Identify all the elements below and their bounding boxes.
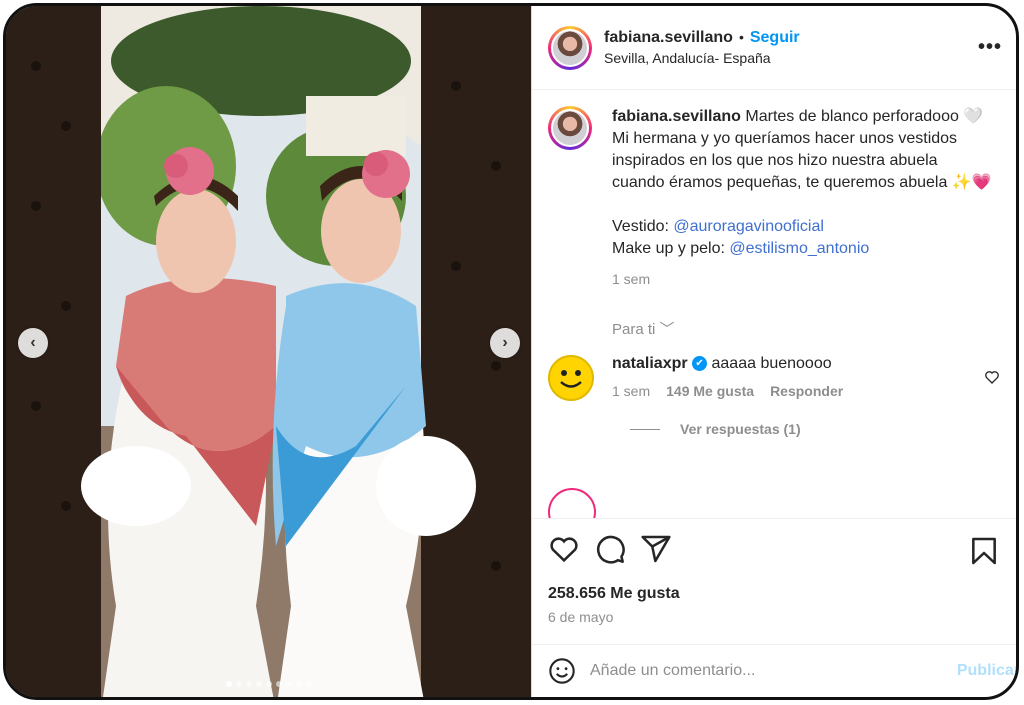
author-avatar[interactable] bbox=[548, 25, 592, 70]
comments-section[interactable]: fabiana.sevillano Martes de blanco perfo… bbox=[532, 90, 1016, 518]
vestido-mention-link[interactable]: @auroragavinooficial bbox=[673, 218, 824, 235]
post-header: fabiana.sevillano • Seguir Sevilla, Andalu… bbox=[532, 6, 1016, 90]
next-comment-avatar[interactable] bbox=[548, 488, 596, 518]
carousel-prev-button[interactable]: ‹ bbox=[18, 328, 48, 358]
carousel-dot bbox=[285, 681, 292, 687]
comment-like-icon[interactable] bbox=[984, 369, 1000, 390]
carousel-dot bbox=[255, 681, 262, 687]
post-frame: ‹ › fabiana.sevillano • Seguir Sevilla, An… bbox=[3, 3, 1019, 700]
action-icons bbox=[548, 533, 1000, 565]
more-options-icon[interactable]: ••• bbox=[978, 36, 1002, 59]
para-ti-toggle[interactable]: Para ti ﹀ bbox=[612, 318, 1000, 339]
bookmark-icon[interactable] bbox=[968, 535, 1000, 567]
comment-bubble-icon[interactable] bbox=[594, 533, 626, 565]
avatar-photo bbox=[551, 109, 589, 147]
like-heart-icon[interactable] bbox=[548, 533, 580, 565]
carousel-dot bbox=[295, 681, 302, 687]
caption-makeup-line: Make up y pelo: @estilismo_antonio bbox=[612, 238, 992, 260]
carousel-next-button[interactable]: › bbox=[490, 328, 520, 358]
share-paper-plane-icon[interactable] bbox=[640, 533, 672, 565]
header-text: fabiana.sevillano • Seguir Sevilla, Andalu… bbox=[604, 27, 800, 67]
separator-dot: • bbox=[738, 29, 744, 46]
post-panel: fabiana.sevillano • Seguir Sevilla, Andalu… bbox=[531, 6, 1016, 697]
comment-likes[interactable]: 149 Me gusta bbox=[666, 383, 754, 399]
caption-username[interactable]: fabiana.sevillano bbox=[612, 108, 741, 125]
vestido-label: Vestido: bbox=[612, 218, 669, 235]
photo-illustration bbox=[6, 6, 531, 697]
carousel-dot bbox=[305, 681, 312, 687]
smiley-icon bbox=[560, 370, 582, 388]
post-date: 6 de mayo bbox=[548, 609, 614, 625]
post-location[interactable]: Sevilla, Andalucía- España bbox=[604, 49, 800, 68]
publish-button[interactable]: Publicar bbox=[957, 662, 1016, 680]
carousel-dot bbox=[245, 681, 252, 687]
reply-button[interactable]: Responder bbox=[770, 383, 843, 399]
comment-meta: 1 sem 149 Me gusta Responder bbox=[612, 383, 843, 399]
caption-vestido-line: Vestido: @auroragavinooficial bbox=[612, 216, 992, 238]
commenter-avatar[interactable] bbox=[548, 355, 594, 401]
comment-item: nataliaxpr ✔ aaaaa buenoooo 1 sem 149 Me… bbox=[548, 355, 1000, 401]
carousel-dots bbox=[6, 681, 531, 687]
caption: fabiana.sevillano Martes de blanco perfo… bbox=[548, 106, 1000, 290]
replies-line bbox=[630, 428, 660, 430]
comment-text: aaaaa buenoooo bbox=[711, 355, 832, 372]
likes-count[interactable]: 258.656 Me gusta bbox=[548, 585, 1000, 603]
carousel-dot bbox=[265, 681, 272, 687]
post-actions: 258.656 Me gusta 6 de mayo bbox=[532, 518, 1016, 644]
caption-avatar[interactable] bbox=[548, 106, 592, 150]
carousel-dot bbox=[235, 681, 242, 687]
avatar-photo bbox=[551, 28, 589, 67]
author-username[interactable]: fabiana.sevillano bbox=[604, 29, 733, 46]
carousel-dot bbox=[275, 681, 282, 687]
makeup-label: Make up y pelo: bbox=[612, 240, 725, 257]
follow-button[interactable]: Seguir bbox=[750, 29, 800, 46]
comment-time: 1 sem bbox=[612, 383, 651, 399]
add-comment-bar: Añade un comentario... Publicar bbox=[532, 644, 1016, 697]
makeup-mention-link[interactable]: @estilismo_antonio bbox=[729, 240, 869, 257]
comment-body: nataliaxpr ✔ aaaaa buenoooo 1 sem 149 Me… bbox=[612, 355, 843, 401]
verified-badge-icon: ✔ bbox=[692, 356, 708, 372]
caption-body: fabiana.sevillano Martes de blanco perfo… bbox=[612, 106, 992, 290]
comment-input[interactable]: Añade un comentario... bbox=[590, 662, 755, 680]
post-photo: ‹ › bbox=[6, 6, 531, 697]
view-replies-label: Ver respuestas (1) bbox=[680, 421, 801, 437]
view-replies-button[interactable]: Ver respuestas (1) bbox=[630, 421, 1000, 437]
commenter-username[interactable]: nataliaxpr bbox=[612, 355, 688, 372]
carousel-dot bbox=[225, 681, 232, 687]
caption-time: 1 sem bbox=[612, 271, 651, 287]
emoji-icon[interactable] bbox=[548, 657, 576, 685]
